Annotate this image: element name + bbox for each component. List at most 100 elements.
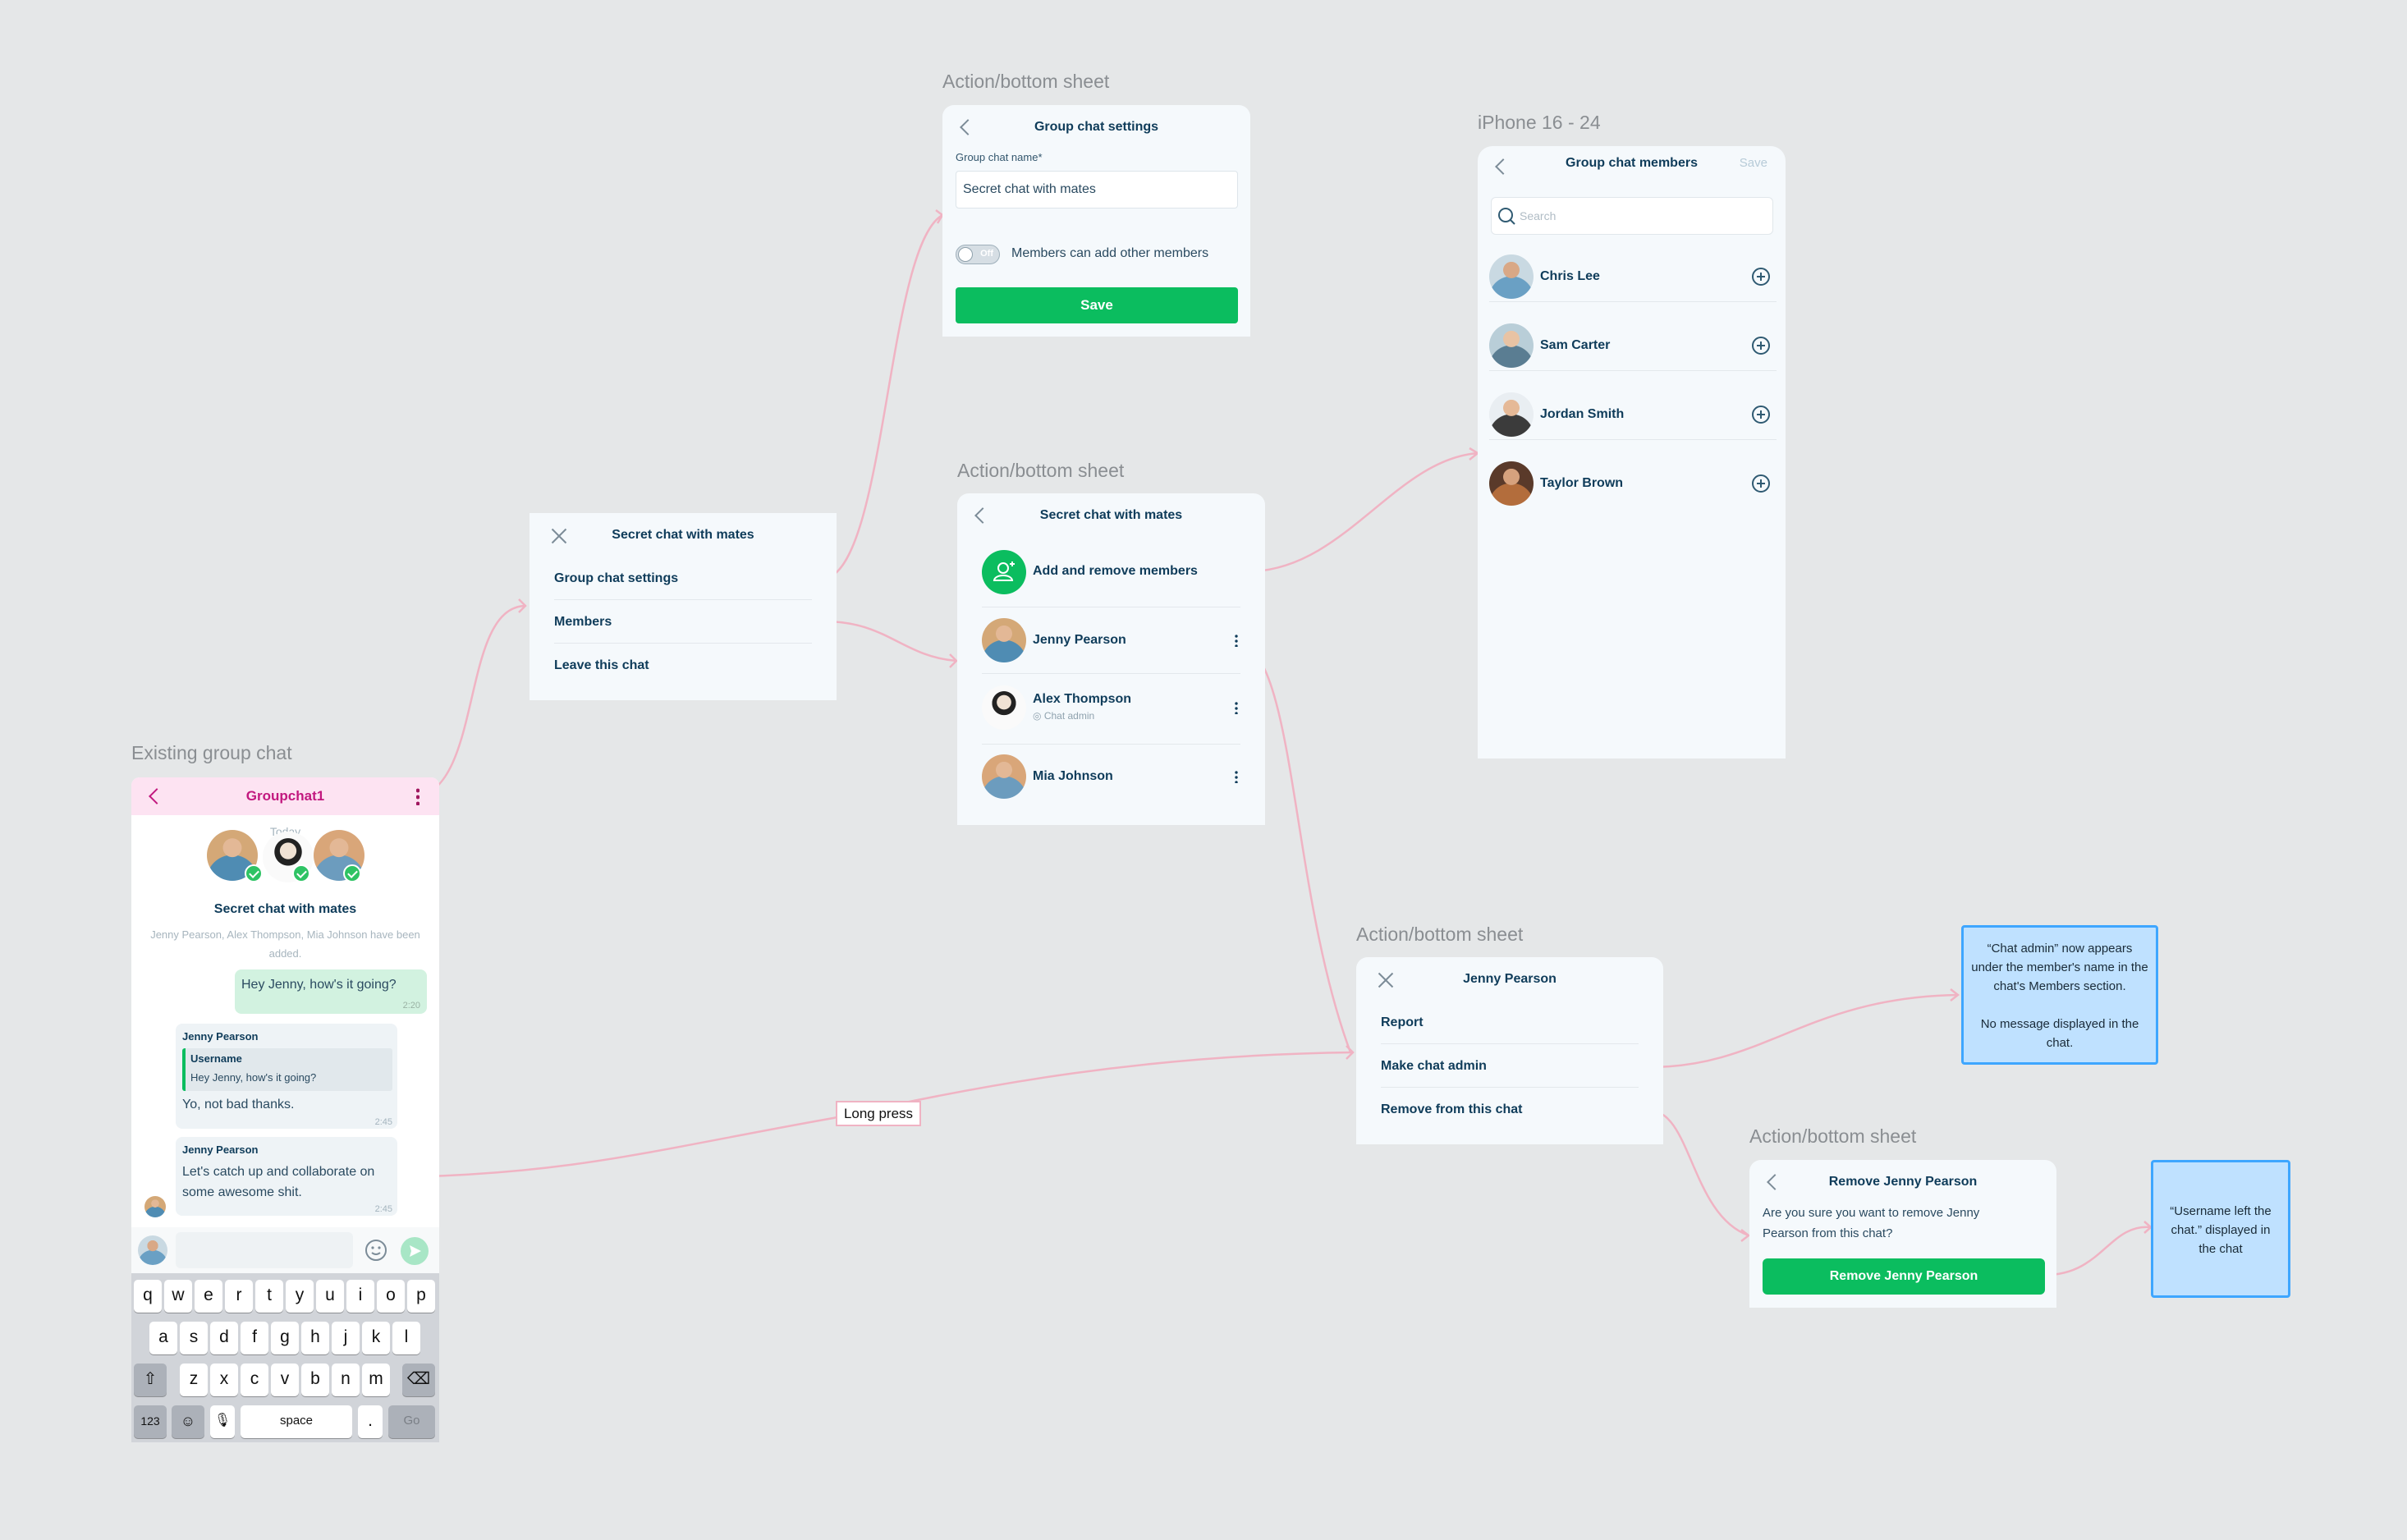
key-u[interactable]: u xyxy=(316,1280,344,1313)
avatar xyxy=(982,618,1026,662)
group-settings-sheet: Group chat settings Group chat name* Sec… xyxy=(942,105,1250,337)
message-text: Yo, not bad thanks. xyxy=(182,1098,295,1111)
menu-item-remove[interactable]: Remove from this chat xyxy=(1381,1089,1639,1131)
members-add-toggle[interactable]: Off xyxy=(956,245,1000,264)
person-row[interactable]: Sam Carter xyxy=(1489,323,1777,371)
key-e[interactable]: e xyxy=(195,1280,222,1313)
person-row[interactable]: Chris Lee xyxy=(1489,254,1777,302)
more-vertical-icon[interactable] xyxy=(1235,634,1238,647)
key-w[interactable]: w xyxy=(164,1280,192,1313)
member-row[interactable]: Jenny Pearson xyxy=(982,616,1245,666)
key-s[interactable]: s xyxy=(180,1322,208,1354)
space-key[interactable]: space xyxy=(241,1405,352,1438)
key-m[interactable]: m xyxy=(362,1364,390,1396)
frame-label-remove: Action/bottom sheet xyxy=(1749,1125,1917,1147)
more-vertical-icon[interactable] xyxy=(1235,701,1238,714)
frame-label-settings: Action/bottom sheet xyxy=(942,71,1110,92)
sender-name: Jenny Pearson xyxy=(182,1144,259,1156)
send-icon[interactable] xyxy=(401,1237,429,1265)
search-input[interactable]: Search xyxy=(1491,197,1773,235)
incoming-message[interactable]: Jenny Pearson Username Hey Jenny, how's … xyxy=(176,1024,397,1129)
key-123[interactable]: 123 xyxy=(134,1405,167,1438)
key-c[interactable]: c xyxy=(241,1364,268,1396)
period-key[interactable]: . xyxy=(358,1405,383,1438)
key-v[interactable]: v xyxy=(271,1364,299,1396)
jenny-title: Jenny Pearson xyxy=(1463,972,1557,986)
member-row[interactable]: Mia Johnson xyxy=(982,753,1245,802)
menu-item-leave[interactable]: Leave this chat xyxy=(554,644,812,687)
key-n[interactable]: n xyxy=(332,1364,360,1396)
member-row[interactable]: Alex Thompson ◎ Chat admin xyxy=(982,684,1245,733)
person-row[interactable]: Jordan Smith xyxy=(1489,392,1777,440)
key-o[interactable]: o xyxy=(377,1280,405,1313)
key-y[interactable]: y xyxy=(286,1280,314,1313)
key-d[interactable]: d xyxy=(210,1322,238,1354)
group-name-input[interactable]: Secret chat with mates xyxy=(956,171,1238,209)
person-name: Jordan Smith xyxy=(1540,407,1625,421)
add-circle-icon[interactable] xyxy=(1752,474,1770,493)
key-j[interactable]: j xyxy=(332,1322,360,1354)
person-name: Sam Carter xyxy=(1540,338,1611,352)
toggle-label: Members can add other members xyxy=(1011,246,1209,260)
key-a[interactable]: a xyxy=(149,1322,177,1354)
settings-title: Group chat settings xyxy=(1034,120,1159,134)
outgoing-message: Hey Jenny, how's it going? 2:20 xyxy=(235,969,427,1014)
left-chat-note: “Username left the chat.” displayed in t… xyxy=(2151,1160,2290,1298)
add-circle-icon[interactable] xyxy=(1752,406,1770,424)
key-z[interactable]: z xyxy=(180,1364,208,1396)
members-title: Secret chat with mates xyxy=(1039,508,1183,522)
add-remove-members-row[interactable]: Add and remove members xyxy=(982,548,1245,598)
message-input[interactable] xyxy=(176,1232,353,1268)
key-k[interactable]: k xyxy=(362,1322,390,1354)
composer-bar xyxy=(131,1227,439,1273)
existing-group-chat-screen: Groupchat1 Today Secret chat with mates … xyxy=(131,777,439,1442)
person-row[interactable]: Taylor Brown xyxy=(1489,461,1777,509)
left-chat-note-text: “Username left the chat.” displayed in t… xyxy=(2170,1204,2272,1256)
key-b[interactable]: b xyxy=(301,1364,329,1396)
chat-menu-sheet: Secret chat with mates Group chat settin… xyxy=(530,513,837,700)
incoming-message[interactable]: Jenny Pearson Let's catch up and collabo… xyxy=(176,1137,397,1216)
backspace-icon[interactable]: ⌫ xyxy=(402,1364,435,1396)
gcm-save[interactable]: Save xyxy=(1740,156,1767,170)
key-q[interactable]: q xyxy=(134,1280,162,1313)
remove-body: Are you sure you want to remove Jenny Pe… xyxy=(1763,1206,1980,1240)
search-placeholder: Search xyxy=(1520,209,1557,222)
menu-item-make-admin[interactable]: Make chat admin xyxy=(1381,1045,1639,1088)
avatar xyxy=(1489,392,1534,437)
add-circle-icon[interactable] xyxy=(1752,268,1770,286)
key-g[interactable]: g xyxy=(271,1322,299,1354)
admin-note-line1: “Chat admin” now appears under the membe… xyxy=(1971,942,2148,993)
group-name-value: Secret chat with mates xyxy=(963,182,1096,196)
key-l[interactable]: l xyxy=(392,1322,420,1354)
key-h[interactable]: h xyxy=(301,1322,329,1354)
remove-title: Remove Jenny Pearson xyxy=(1828,1175,1978,1189)
shift-icon[interactable]: ⇧ xyxy=(134,1364,167,1396)
key-p[interactable]: p xyxy=(407,1280,435,1313)
key-r[interactable]: r xyxy=(225,1280,253,1313)
group-name-label: Group chat name* xyxy=(956,151,1043,163)
menu-item-report[interactable]: Report xyxy=(1381,1001,1639,1044)
emoji-key-icon[interactable]: ☺ xyxy=(172,1405,204,1438)
quoted-text: Hey Jenny, how's it going? xyxy=(190,1071,317,1084)
mic-icon[interactable]: 🎙 xyxy=(210,1405,235,1438)
avatar xyxy=(982,754,1026,799)
remove-button[interactable]: Remove Jenny Pearson xyxy=(1763,1258,2045,1295)
key-x[interactable]: x xyxy=(210,1364,238,1396)
menu-item-group-settings[interactable]: Group chat settings xyxy=(554,557,812,600)
more-vertical-icon[interactable] xyxy=(1235,770,1238,783)
menu-title: Secret chat with mates xyxy=(612,528,754,542)
person-name: Chris Lee xyxy=(1540,269,1600,283)
more-vertical-icon[interactable] xyxy=(416,787,421,805)
checkmark-icon xyxy=(292,864,310,882)
add-circle-icon[interactable] xyxy=(1752,337,1770,355)
key-t[interactable]: t xyxy=(255,1280,283,1313)
go-key[interactable]: Go xyxy=(388,1405,435,1438)
menu-item-members[interactable]: Members xyxy=(554,601,812,644)
emoji-icon[interactable] xyxy=(364,1239,387,1262)
key-f[interactable]: f xyxy=(241,1322,268,1354)
save-button[interactable]: Save xyxy=(956,287,1238,323)
quoted-user: Username xyxy=(190,1052,242,1065)
key-i[interactable]: i xyxy=(346,1280,374,1313)
checkmark-icon xyxy=(245,864,263,882)
member-name: Jenny Pearson xyxy=(1033,633,1126,647)
